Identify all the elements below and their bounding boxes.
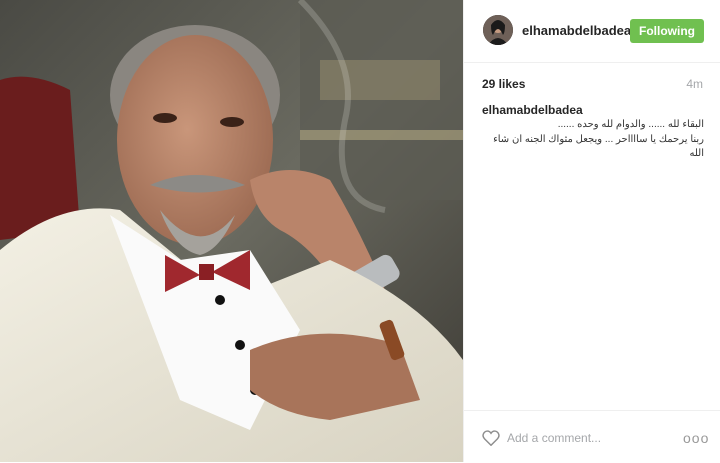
- post-header: elhamabdelbadea Following: [464, 0, 720, 63]
- username-link[interactable]: elhamabdelbadea: [522, 23, 631, 38]
- caption: elhamabdelbadea البقاء لله ...... والدوا…: [482, 103, 704, 161]
- comment-input[interactable]: [507, 428, 667, 448]
- caption-text-line-2: ربنا يرحمك يا سااااحر ... ويجعل مثواك ال…: [493, 134, 704, 159]
- post-details-panel: elhamabdelbadea Following 29 likes 4m el…: [463, 0, 720, 462]
- comment-bar: ooo: [464, 410, 720, 463]
- caption-username[interactable]: elhamabdelbadea: [482, 103, 704, 117]
- post-time: 4m: [686, 77, 703, 91]
- post-photo[interactable]: [0, 0, 463, 462]
- heart-icon[interactable]: [482, 430, 500, 447]
- portrait-image: [0, 0, 463, 462]
- caption-text-line-1: البقاء لله ...... والدوام لله وحده .....…: [557, 119, 704, 130]
- likes-count[interactable]: 29 likes: [482, 77, 525, 91]
- following-button[interactable]: Following: [630, 19, 704, 43]
- avatar[interactable]: [483, 15, 513, 45]
- more-options-icon[interactable]: ooo: [683, 429, 708, 447]
